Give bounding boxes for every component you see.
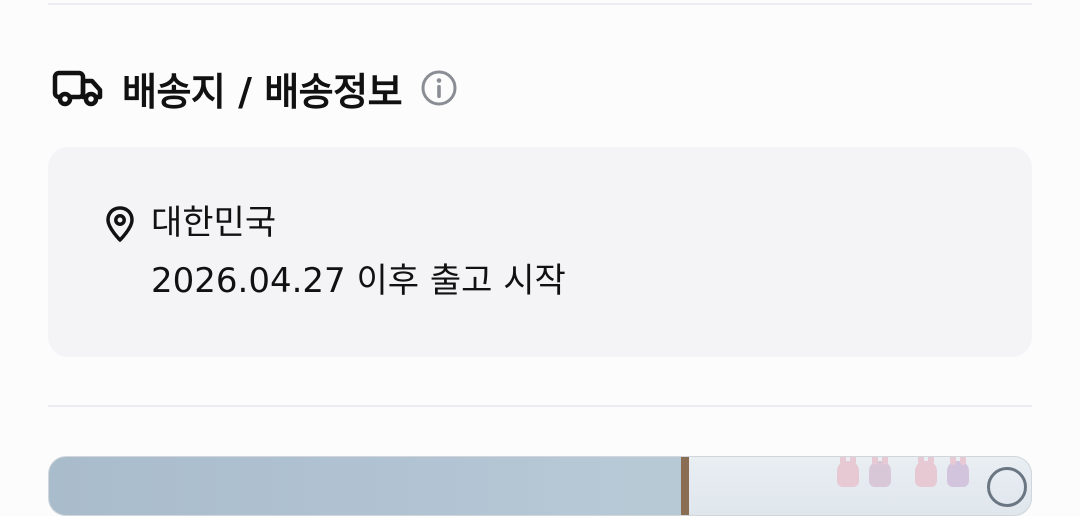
shipping-info-card: 대한민국 2026.04.27 이후 출고 시작 xyxy=(48,147,1032,357)
section-title: 배송지 / 배송정보 xyxy=(122,69,403,114)
info-circle-icon[interactable] xyxy=(420,69,458,107)
shipping-section-header: 배송지 / 배송정보 xyxy=(52,60,458,116)
plush-toy xyxy=(837,457,859,487)
preview-shelf-area xyxy=(689,457,1031,515)
section-divider xyxy=(48,405,1032,407)
preview-round-object xyxy=(987,467,1027,507)
plush-toy xyxy=(869,457,891,487)
top-divider xyxy=(48,3,1032,5)
preview-frame-edge xyxy=(681,457,689,515)
truck-icon xyxy=(52,70,103,107)
plush-toy xyxy=(915,457,937,487)
location-pin-icon xyxy=(106,206,134,242)
product-image-preview[interactable] xyxy=(48,456,1032,516)
shipping-release-note: 2026.04.27 이후 출고 시작 xyxy=(151,261,566,301)
shipping-country: 대한민국 xyxy=(151,203,277,243)
plush-toy xyxy=(947,457,969,487)
